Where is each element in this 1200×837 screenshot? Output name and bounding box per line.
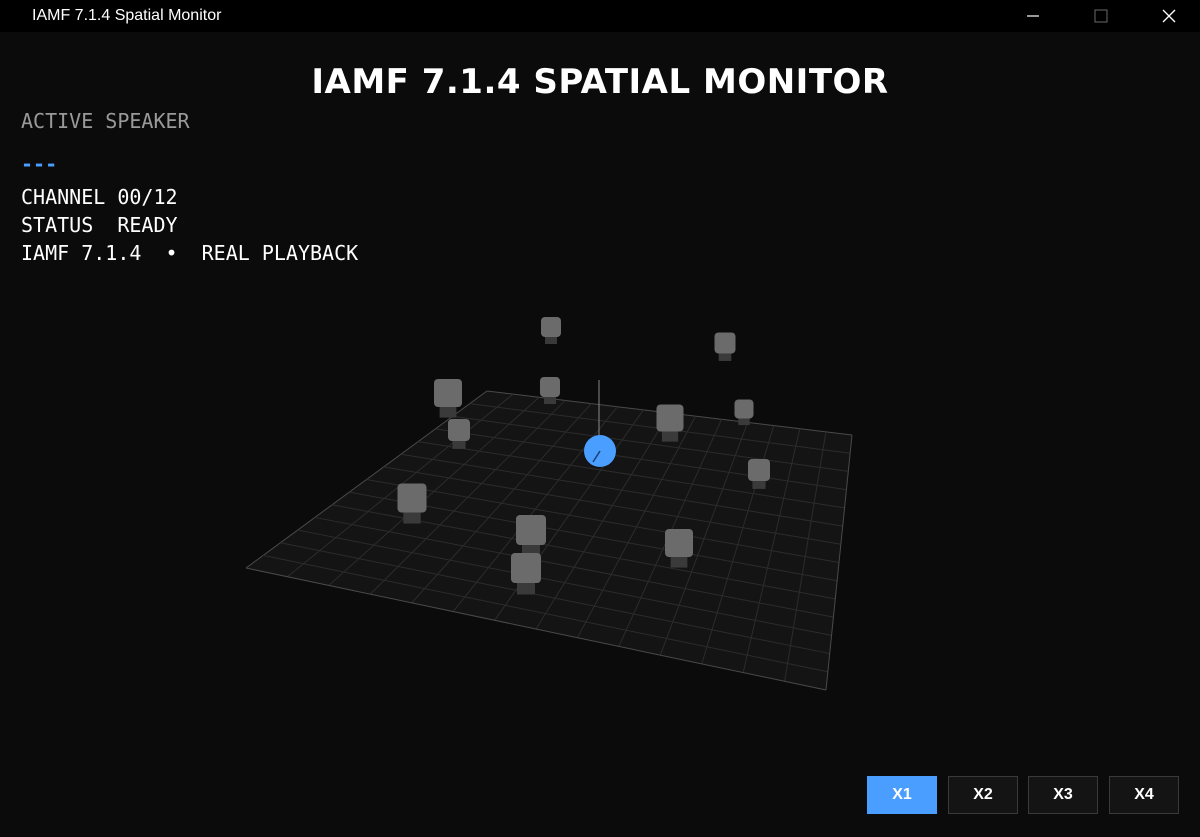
listener-node xyxy=(584,435,616,467)
minimize-button[interactable] xyxy=(1010,0,1056,32)
speaker-node-11[interactable] xyxy=(665,529,693,568)
speaker-node-2[interactable] xyxy=(714,332,736,361)
speaker-node-12[interactable] xyxy=(511,553,541,595)
format-readout: IAMF 7.1.4 • REAL PLAYBACK xyxy=(21,241,359,265)
window-title: IAMF 7.1.4 Spatial Monitor xyxy=(32,7,222,24)
speaker-node-3[interactable] xyxy=(434,379,462,418)
floor-grid xyxy=(245,390,853,691)
speaker-node-6[interactable] xyxy=(656,404,684,442)
page-title: IAMF 7.1.4 SPATIAL MONITOR xyxy=(311,62,889,102)
speaker-node-1[interactable] xyxy=(541,317,561,344)
speaker-node-7[interactable] xyxy=(448,419,470,449)
minimize-icon xyxy=(1027,15,1039,17)
speaker-group xyxy=(397,317,770,595)
speaker-node-9[interactable] xyxy=(397,483,427,524)
zoom-x4-button[interactable]: X4 xyxy=(1109,776,1179,814)
maximize-icon xyxy=(1094,9,1108,23)
app-window: IAMF 7.1.4 Spatial Monitor IAMF 7.1.4 SP… xyxy=(0,0,1200,837)
active-speaker-label: ACTIVE SPEAKER xyxy=(21,109,190,133)
status-readout: STATUS READY xyxy=(21,213,178,237)
speaker-node-10[interactable] xyxy=(516,515,546,557)
zoom-x2-button[interactable]: X2 xyxy=(948,776,1018,814)
maximize-button[interactable] xyxy=(1078,0,1124,32)
close-icon xyxy=(1162,9,1176,23)
zoom-x3-button[interactable]: X3 xyxy=(1028,776,1098,814)
title-bar[interactable]: IAMF 7.1.4 Spatial Monitor xyxy=(0,0,1200,32)
speaker-node-5[interactable] xyxy=(734,399,754,426)
speaker-node-4[interactable] xyxy=(540,377,560,404)
close-button[interactable] xyxy=(1146,0,1192,32)
active-speaker-name: --- xyxy=(21,152,58,176)
channel-readout: CHANNEL 00/12 xyxy=(21,185,178,209)
zoom-x1-button[interactable]: X1 xyxy=(867,776,937,814)
speaker-node-8[interactable] xyxy=(748,459,770,489)
